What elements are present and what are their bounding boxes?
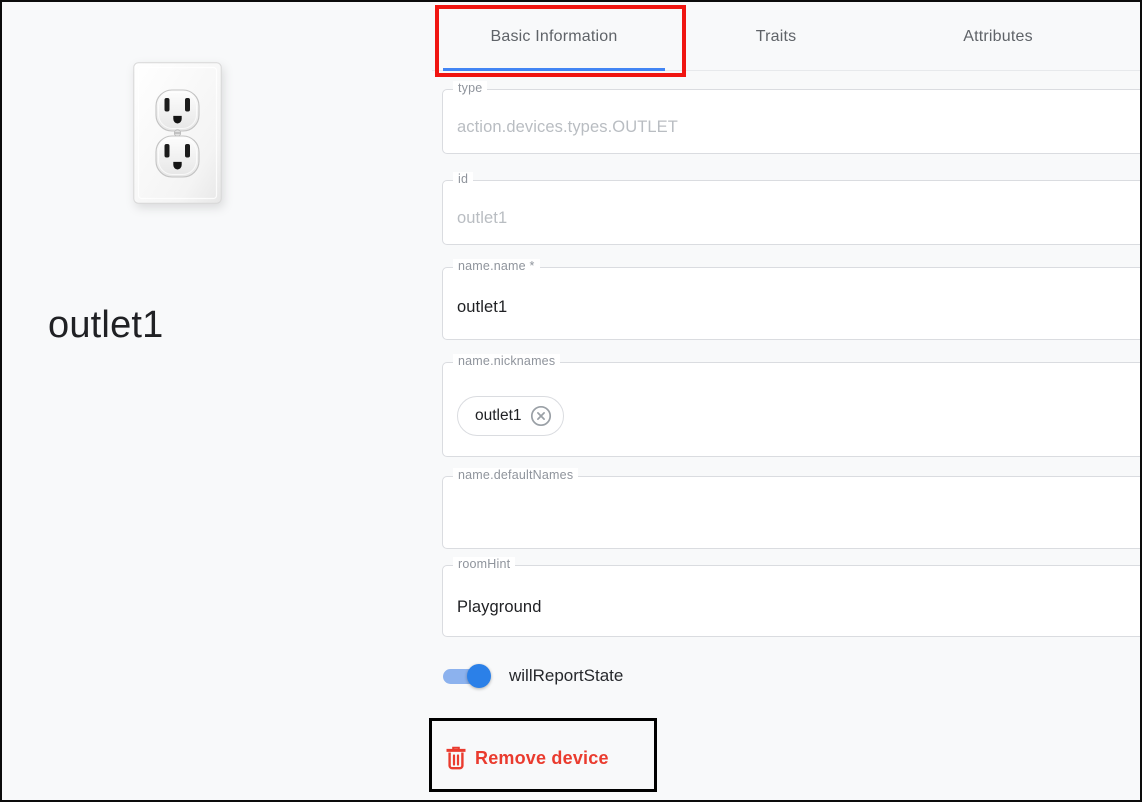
- name-name-label: name.name *: [453, 259, 540, 273]
- type-field-value: action.devices.types.OUTLET: [457, 118, 678, 137]
- willreportstate-label: willReportState: [509, 666, 623, 686]
- device-detail-page: outlet1 Basic Information Traits Attribu…: [0, 0, 1142, 802]
- name-name-input[interactable]: name.name * outlet1: [442, 267, 1142, 340]
- tab-traits-label: Traits: [756, 28, 797, 46]
- roomhint-value: Playground: [457, 598, 541, 617]
- name-nicknames-input[interactable]: name.nicknames outlet1: [442, 362, 1142, 457]
- name-defaultnames-input[interactable]: name.defaultNames: [442, 476, 1142, 549]
- tab-basic-information[interactable]: Basic Information: [443, 2, 665, 71]
- tab-attributes[interactable]: Attributes: [887, 2, 1109, 71]
- type-field: type action.devices.types.OUTLET: [442, 89, 1142, 154]
- active-tab-underline: [443, 68, 665, 71]
- name-defaultnames-label: name.defaultNames: [453, 468, 578, 482]
- roomhint-label: roomHint: [453, 557, 515, 571]
- roomhint-input[interactable]: roomHint Playground: [442, 565, 1142, 637]
- device-name: outlet1: [48, 304, 164, 347]
- circle-x-icon[interactable]: [529, 404, 553, 428]
- basic-information-form: type action.devices.types.OUTLET id outl…: [442, 89, 1142, 637]
- name-name-value: outlet1: [457, 298, 507, 317]
- id-field-value: outlet1: [457, 209, 507, 228]
- name-nicknames-label: name.nicknames: [453, 354, 560, 368]
- id-field-label: id: [453, 172, 473, 186]
- id-field: id outlet1: [442, 180, 1142, 245]
- willreportstate-row: willReportState: [442, 661, 623, 691]
- toggle-thumb: [467, 664, 491, 688]
- remove-device-button[interactable]: Remove device: [446, 746, 609, 770]
- tab-attributes-label: Attributes: [963, 28, 1033, 46]
- willreportstate-toggle[interactable]: [442, 661, 492, 691]
- tab-basic-information-label: Basic Information: [490, 28, 617, 46]
- tab-bar: Basic Information Traits Attributes: [432, 2, 1142, 71]
- type-field-label: type: [453, 81, 487, 95]
- outlet-photo: [133, 62, 222, 204]
- trash-icon: [446, 746, 466, 770]
- nickname-chip-label: outlet1: [475, 407, 522, 425]
- tab-traits[interactable]: Traits: [665, 2, 887, 71]
- device-detail-panel: Basic Information Traits Attributes type…: [432, 2, 1142, 802]
- remove-device-label: Remove device: [475, 748, 609, 769]
- nickname-chip: outlet1: [457, 396, 564, 436]
- annotation-black-box: Remove device: [429, 718, 657, 792]
